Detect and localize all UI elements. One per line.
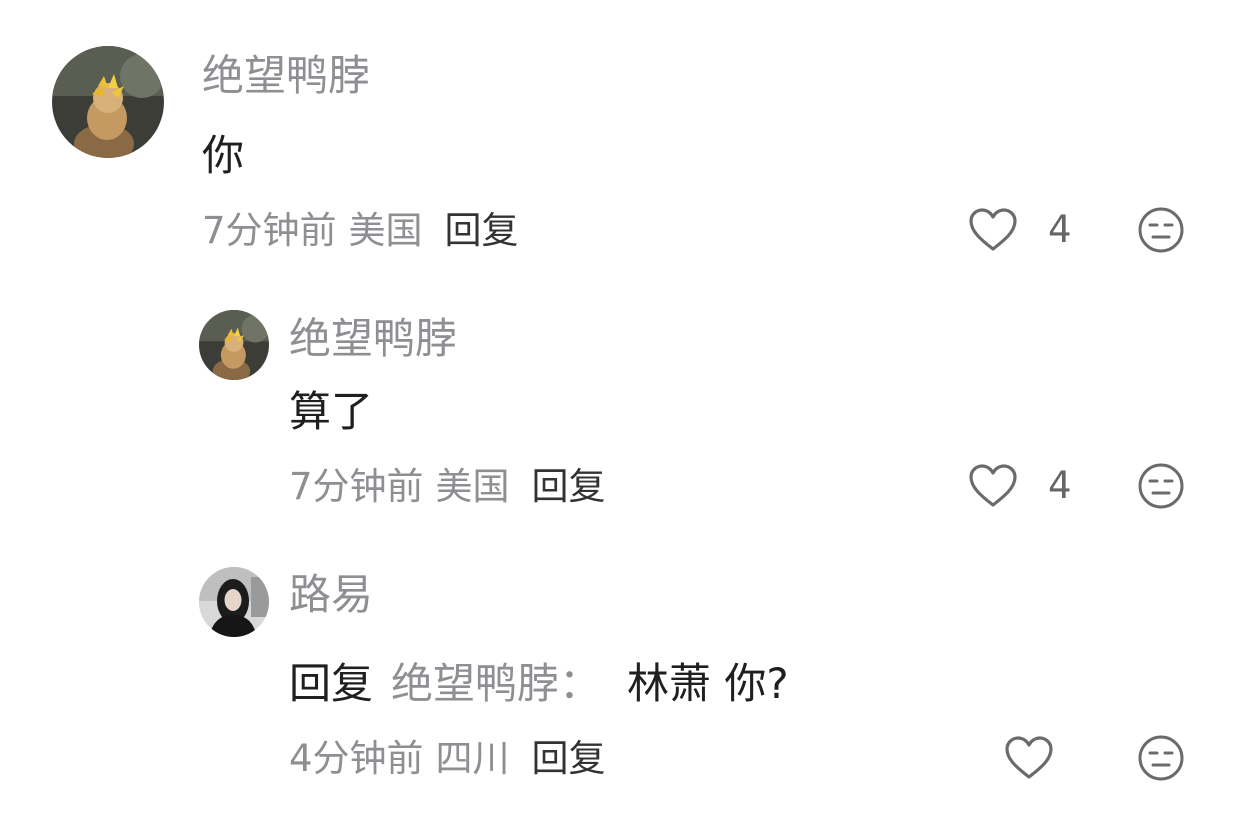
- cat-avatar-icon: [52, 46, 164, 158]
- comment-text: 你: [202, 131, 245, 180]
- comment-meta: 7分钟前 美国 回复: [289, 464, 606, 510]
- dislike-button[interactable]: [1137, 734, 1185, 782]
- reply-item: 绝望鸭脖 算了 7分钟前 美国 回复 4: [0, 280, 1260, 540]
- reply-button[interactable]: 回复: [445, 209, 519, 252]
- like-count: 4: [1048, 464, 1072, 507]
- girl-avatar-icon: [199, 567, 269, 637]
- dislike-button[interactable]: [1137, 206, 1185, 254]
- unamused-face-icon: [1138, 735, 1184, 781]
- reply-button[interactable]: 回复: [532, 737, 606, 780]
- reply-prefix: 回复: [289, 659, 374, 708]
- location: 四川: [435, 737, 510, 780]
- username[interactable]: 路易: [289, 569, 373, 621]
- like-button[interactable]: 4: [968, 207, 1072, 253]
- comment-meta: 4分钟前 四川 回复: [289, 736, 606, 782]
- reply-item: 路易 回复 绝望鸭脖： 林萧 你? 4分钟前 四川 回复: [0, 540, 1260, 819]
- location: 美国: [348, 209, 423, 252]
- avatar[interactable]: [52, 46, 164, 158]
- comment-text: 回复 绝望鸭脖： 林萧 你?: [289, 658, 789, 710]
- mention-colon: ：: [559, 659, 602, 708]
- like-count: 4: [1048, 208, 1072, 251]
- avatar[interactable]: [199, 567, 269, 637]
- unamused-face-icon: [1138, 463, 1184, 509]
- heart-outline-icon: [969, 208, 1017, 251]
- timestamp: 7分钟前: [202, 209, 337, 252]
- location: 美国: [435, 465, 510, 508]
- mention-username[interactable]: 绝望鸭脖: [391, 659, 559, 708]
- heart-outline-icon: [1005, 736, 1053, 779]
- cat-avatar-icon: [199, 310, 269, 380]
- comment-meta: 7分钟前 美国 回复: [202, 208, 519, 254]
- comment-text: 算了: [289, 387, 374, 436]
- timestamp: 7分钟前: [289, 465, 424, 508]
- unamused-face-icon: [1138, 207, 1184, 253]
- comment-item: 绝望鸭脖 你 7分钟前 美国 回复 4: [0, 0, 1260, 280]
- avatar[interactable]: [199, 310, 269, 380]
- dislike-button[interactable]: [1137, 462, 1185, 510]
- timestamp: 4分钟前: [289, 737, 424, 780]
- username[interactable]: 绝望鸭脖: [202, 50, 370, 102]
- like-button[interactable]: [1004, 735, 1054, 781]
- username[interactable]: 绝望鸭脖: [289, 313, 457, 365]
- heart-outline-icon: [969, 464, 1017, 507]
- like-button[interactable]: 4: [968, 463, 1072, 509]
- reply-text: 林萧 你?: [627, 659, 789, 708]
- reply-button[interactable]: 回复: [532, 465, 606, 508]
